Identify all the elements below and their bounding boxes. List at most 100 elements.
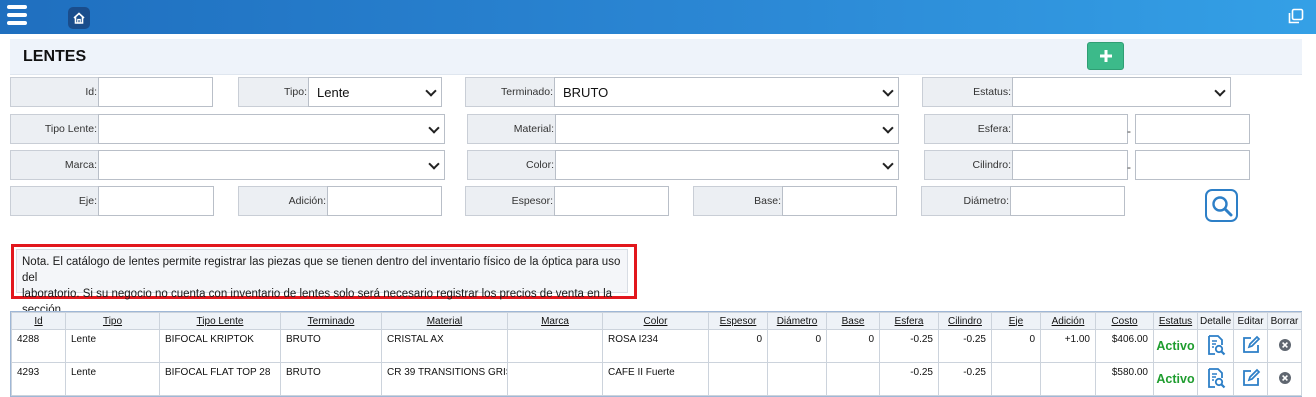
cell-terminado: BRUTO (280, 329, 382, 363)
status-badge: Activo (1156, 372, 1195, 386)
esfera-to-input[interactable] (1135, 114, 1250, 144)
chevron-down-icon (882, 122, 894, 134)
tipo-lente-select[interactable] (98, 114, 445, 144)
edit-pencil-icon[interactable] (1241, 335, 1261, 355)
col-header-costo[interactable]: Costo (1095, 312, 1154, 330)
cell-costo: $580.00 (1095, 362, 1154, 396)
espesor-input[interactable] (554, 186, 669, 216)
cell-id: 4293 (11, 362, 66, 396)
lens-table: Id Tipo Tipo Lente Terminado Material Ma… (11, 312, 1302, 396)
window-restore-icon[interactable] (1288, 8, 1304, 24)
cilindro-label: Cilindro: (972, 159, 1011, 171)
col-header-borrar: Borrar (1267, 312, 1302, 330)
eje-input[interactable] (98, 186, 214, 216)
col-header-detalle: Detalle (1197, 312, 1234, 330)
edit-pencil-icon[interactable] (1241, 368, 1261, 388)
col-header-tipo[interactable]: Tipo (65, 312, 160, 330)
col-header-cilindro[interactable]: Cilindro (938, 312, 992, 330)
chevron-down-icon (882, 85, 894, 97)
note-line: Nota. El catálogo de lentes permite regi… (22, 256, 621, 284)
esfera-range-separator: - (1127, 124, 1131, 138)
material-select[interactable] (555, 114, 899, 144)
document-search-icon[interactable] (1206, 367, 1226, 389)
esfera-from-input[interactable] (1012, 114, 1128, 144)
esfera-label: Esfera: (977, 123, 1011, 135)
id-label: Id: (85, 86, 97, 98)
cilindro-to-input[interactable] (1135, 150, 1250, 180)
document-search-icon[interactable] (1206, 334, 1226, 356)
adicion-label: Adición: (288, 195, 326, 207)
cell-esfera: -0.25 (879, 329, 939, 363)
hamburger-icon[interactable] (7, 5, 29, 27)
col-header-marca[interactable]: Marca (507, 312, 603, 330)
marca-select[interactable] (98, 150, 445, 180)
cell-diametro: 0 (767, 329, 827, 363)
page-title: LENTES (23, 48, 87, 65)
base-input[interactable] (782, 186, 897, 216)
add-lens-button[interactable] (1087, 42, 1124, 70)
magnifier-icon (1211, 195, 1232, 216)
col-header-diametro[interactable]: Diámetro (767, 312, 827, 330)
col-header-color[interactable]: Color (602, 312, 709, 330)
cell-borrar (1267, 362, 1302, 396)
terminado-value: BRUTO (563, 84, 609, 100)
col-header-espesor[interactable]: Espesor (708, 312, 768, 330)
terminado-select[interactable]: BRUTO (554, 77, 899, 107)
diametro-label: Diámetro: (963, 195, 1009, 207)
espesor-label: Espesor: (511, 195, 553, 207)
cell-material: CR 39 TRANSITIONS GRIS (381, 362, 508, 396)
cell-adicion (1040, 362, 1096, 396)
col-header-adicion[interactable]: Adición (1040, 312, 1096, 330)
col-header-base[interactable]: Base (826, 312, 880, 330)
estatus-select[interactable] (1012, 77, 1231, 107)
marca-filter: Marca: (10, 150, 445, 180)
eje-filter: Eje: (10, 186, 214, 216)
cell-estatus: Activo (1153, 329, 1198, 363)
base-filter: Base: (693, 186, 897, 216)
cell-cilindro: -0.25 (938, 329, 992, 363)
marca-label: Marca: (64, 159, 97, 171)
cell-eje: 0 (991, 329, 1041, 363)
cell-color: ROSA I234 (602, 329, 709, 363)
cell-espesor (708, 362, 768, 396)
info-note: Nota. El catálogo de lentes permite regi… (11, 244, 637, 332)
col-header-id[interactable]: Id (11, 312, 66, 330)
color-select[interactable] (555, 150, 899, 180)
col-header-esfera[interactable]: Esfera (879, 312, 939, 330)
col-header-material[interactable]: Material (381, 312, 508, 330)
diametro-input[interactable] (1010, 186, 1125, 216)
estatus-label: Estatus: (973, 86, 1011, 98)
close-circle-icon[interactable] (1278, 371, 1292, 385)
tipo-select[interactable]: Lente (308, 77, 442, 107)
material-label: Material: (513, 123, 554, 135)
close-circle-icon[interactable] (1278, 338, 1292, 352)
chevron-down-icon (1214, 85, 1226, 97)
adicion-input[interactable] (327, 186, 442, 216)
tipo-filter: Tipo: Lente (238, 77, 442, 107)
cell-espesor: 0 (708, 329, 768, 363)
cilindro-range-separator: - (1127, 160, 1131, 174)
cell-borrar (1267, 329, 1302, 363)
cell-marca (507, 329, 603, 363)
terminado-filter: Terminado: BRUTO (465, 77, 899, 107)
col-header-tipo-lente[interactable]: Tipo Lente (159, 312, 281, 330)
cell-base (826, 362, 880, 396)
search-button[interactable] (1205, 189, 1238, 222)
chevron-down-icon (428, 158, 440, 170)
col-header-eje[interactable]: Eje (991, 312, 1041, 330)
table-header-row: Id Tipo Tipo Lente Terminado Material Ma… (11, 312, 1302, 330)
cell-cilindro: -0.25 (938, 362, 992, 396)
home-icon[interactable] (68, 7, 90, 29)
esfera-filter: Esfera: (924, 114, 1128, 144)
col-header-estatus[interactable]: Estatus (1153, 312, 1198, 330)
id-input[interactable] (98, 77, 213, 107)
status-badge: Activo (1156, 339, 1195, 353)
tipo-lente-label: Tipo Lente: (44, 123, 97, 135)
estatus-filter: Estatus: (922, 77, 1231, 107)
cell-tipo: Lente (65, 329, 160, 363)
cell-tipo: Lente (65, 362, 160, 396)
cilindro-from-input[interactable] (1012, 150, 1128, 180)
col-header-terminado[interactable]: Terminado (280, 312, 382, 330)
cilindro-filter: Cilindro: (924, 150, 1128, 180)
chevron-down-icon (428, 122, 440, 134)
